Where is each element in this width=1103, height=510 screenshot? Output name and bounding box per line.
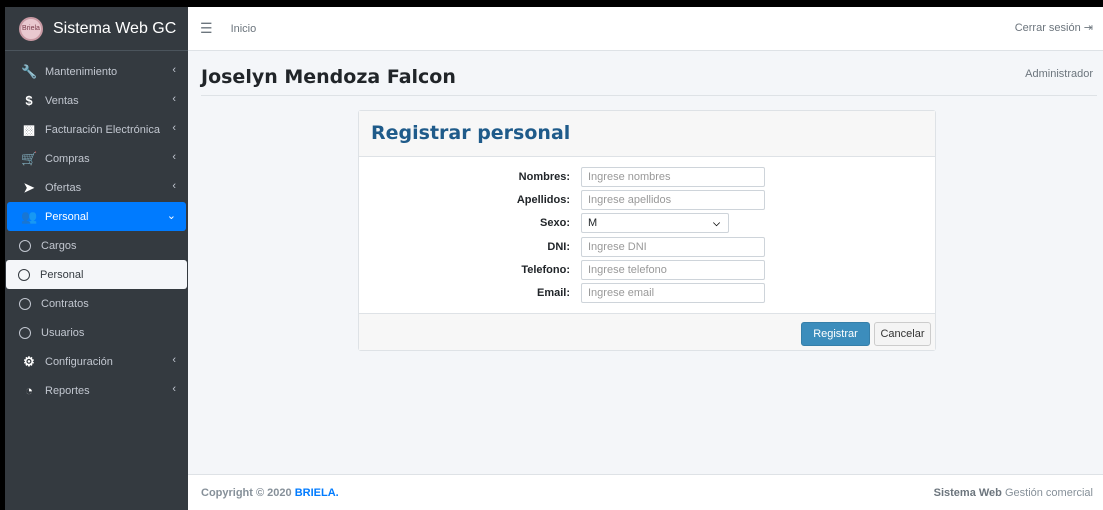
sidebar-item-label: Personal [45, 210, 89, 223]
sidebar-item-personal[interactable]: Personal [6, 260, 187, 289]
sign-out-icon: ⇥ [1083, 22, 1093, 34]
apellidos-label: Apellidos: [516, 194, 570, 206]
apellidos-input[interactable]: Ingrese apellidos [581, 190, 765, 210]
top-navbar: ☰ Inicio Cerrar sesión ⇥ [188, 7, 1103, 51]
sidebar-item-contratos[interactable]: Contratos [7, 289, 186, 318]
email-label: Email: [536, 287, 570, 299]
sidebar-nav: 🔧 Mantenimiento ‹ $ Ventas ‹ ▩ Facturaci… [5, 51, 188, 405]
telefono-label: Telefono: [521, 264, 570, 276]
nav-link-inicio[interactable]: Inicio [231, 23, 257, 35]
sidebar-item-label: Ventas [45, 94, 79, 107]
chevron-left-icon: ‹ [172, 93, 176, 105]
chevron-left-icon: ‹ [172, 180, 176, 192]
sidebar-item-usuarios[interactable]: Usuarios [7, 318, 186, 347]
sidebar-item-reportes[interactable]: ◔ Reportes ‹ [7, 376, 186, 405]
card-body: Nombres: Ingrese nombres Apellidos: Ingr… [359, 157, 935, 314]
sexo-value: M [588, 217, 598, 229]
chevron-left-icon: ‹ [172, 383, 176, 395]
sidebar-item-label: Configuración [45, 355, 113, 368]
tags-icon: ➤ [23, 179, 35, 195]
sidebar: Briela Sistema Web GC 🔧 Mantenimiento ‹ … [5, 7, 188, 510]
brand-logo: Briela [19, 16, 43, 41]
card-header: Registrar personal [359, 111, 935, 157]
register-button[interactable]: Registrar [801, 322, 870, 346]
pie-chart-icon: ◔ [25, 383, 33, 398]
cart-icon: 🛒 [21, 150, 38, 166]
email-input[interactable]: Ingrese email [581, 283, 765, 303]
logout-label: Cerrar sesión [1014, 22, 1081, 34]
system-name-rest: Gestión comercial [1001, 486, 1093, 499]
sidebar-item-label: Contratos [41, 297, 89, 310]
cancel-button[interactable]: Cancelar [874, 322, 931, 346]
circle-icon [19, 239, 31, 252]
sidebar-item-mantenimiento[interactable]: 🔧 Mantenimiento ‹ [7, 57, 186, 86]
sidebar-item-ventas[interactable]: $ Ventas ‹ [7, 86, 186, 115]
chevron-left-icon: ‹ [172, 151, 176, 163]
invoice-icon: ▩ [22, 121, 36, 137]
circle-icon [19, 297, 31, 310]
hamburger-icon[interactable]: ☰ [200, 20, 213, 37]
users-icon: 👥 [21, 208, 38, 224]
divider [201, 95, 1097, 96]
copyright: Copyright © 2020 BRIELA. [201, 487, 339, 499]
brand-name: Sistema Web GC [53, 19, 177, 37]
circle-icon [18, 268, 30, 281]
sidebar-item-label: Cargos [41, 239, 77, 252]
chevron-down-icon: ⌄ [166, 210, 176, 222]
wrench-icon: 🔧 [21, 63, 38, 79]
page-footer: Copyright © 2020 BRIELA. Sistema Web Ges… [188, 474, 1103, 510]
dollar-icon: $ [25, 93, 33, 108]
sexo-label: Sexo: [540, 217, 570, 229]
system-name-bold: Sistema Web [933, 486, 1002, 499]
sidebar-item-compras[interactable]: 🛒 Compras ‹ [7, 144, 186, 173]
page-title: Joselyn Mendoza Falcon [201, 66, 456, 88]
chevron-down-icon: ⌵ [713, 217, 720, 228]
telefono-input[interactable]: Ingrese telefono [581, 260, 765, 280]
dni-input[interactable]: Ingrese DNI [581, 237, 765, 257]
sidebar-item-ofertas[interactable]: ➤ Ofertas ‹ [7, 173, 186, 202]
register-card: Registrar personal Nombres: Ingrese nomb… [358, 110, 936, 351]
copyright-text: Copyright © 2020 [201, 486, 295, 499]
sidebar-item-personal-group[interactable]: 👥 Personal ⌄ [7, 202, 186, 231]
sidebar-item-label: Usuarios [41, 326, 85, 339]
brand-link[interactable]: Briela Sistema Web GC [5, 7, 188, 51]
logout-link[interactable]: Cerrar sesión ⇥ [1015, 21, 1093, 34]
company-link[interactable]: BRIELA. [295, 487, 339, 499]
chevron-left-icon: ‹ [172, 64, 176, 76]
sidebar-item-label: Facturación Electrónica [45, 123, 160, 136]
card-title: Registrar personal [371, 122, 571, 144]
system-name: Sistema Web Gestión comercial [934, 487, 1093, 499]
sidebar-item-label: Mantenimiento [45, 65, 118, 78]
circle-icon [19, 326, 31, 339]
card-footer: Registrar Cancelar [359, 313, 935, 350]
user-role: Administrador [1025, 68, 1093, 80]
sidebar-item-configuracion[interactable]: ⚙ Configuración ‹ [7, 347, 186, 376]
sidebar-item-facturacion[interactable]: ▩ Facturación Electrónica ‹ [7, 115, 186, 144]
sidebar-item-cargos[interactable]: Cargos [7, 231, 186, 260]
dni-label: DNI: [547, 241, 570, 253]
gear-icon: ⚙ [23, 353, 35, 369]
app-window: Briela Sistema Web GC 🔧 Mantenimiento ‹ … [5, 7, 1103, 510]
nombres-label: Nombres: [518, 171, 570, 183]
sidebar-item-label: Personal [40, 268, 84, 281]
chevron-left-icon: ‹ [172, 354, 176, 366]
chevron-left-icon: ‹ [172, 122, 176, 134]
sidebar-item-label: Ofertas [45, 181, 82, 194]
sexo-select[interactable]: M ⌵ [581, 213, 729, 233]
nombres-input[interactable]: Ingrese nombres [581, 167, 765, 187]
sidebar-item-label: Reportes [45, 384, 90, 397]
sidebar-item-label: Compras [45, 152, 90, 165]
